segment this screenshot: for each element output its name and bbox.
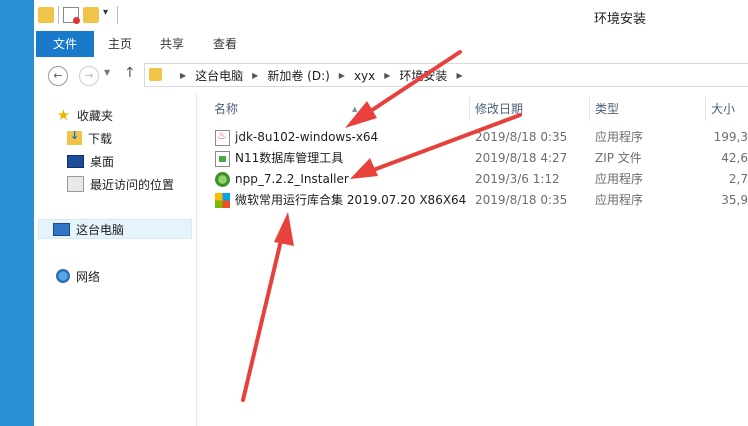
sidebar-item-label: 桌面 <box>90 154 115 169</box>
notepad-plus-plus-icon <box>215 172 230 187</box>
column-header-name[interactable]: 名称 ▲ <box>214 97 464 121</box>
toolbar-separator <box>117 6 118 24</box>
table-row[interactable]: jdk-8u102-windows-x64 2019/8/18 0:35 应用程… <box>197 127 748 148</box>
window-title: 环境安装 <box>594 12 647 27</box>
recent-locations-chevron-icon[interactable]: ▼ <box>104 68 110 77</box>
recent-places-icon <box>67 176 84 192</box>
file-name: jdk-8u102-windows-x64 <box>235 130 379 144</box>
address-field[interactable]: ▶ 这台电脑 ▶ 新加卷 (D:) ▶ xyx ▶ 环境安装 ▶ <box>144 63 748 87</box>
file-type: ZIP 文件 <box>595 151 642 165</box>
file-size: 35,9 <box>721 193 748 207</box>
file-size: 42,6 <box>721 151 748 165</box>
table-row[interactable]: npp_7.2.2_Installer 2019/3/6 1:12 应用程序 2… <box>197 169 748 190</box>
column-divider[interactable] <box>469 97 470 121</box>
sidebar-item-label: 下载 <box>88 131 113 146</box>
file-date: 2019/8/18 0:35 <box>475 193 568 207</box>
sort-ascending-icon: ▲ <box>352 105 358 113</box>
file-name: N11数据库管理工具 <box>235 151 344 165</box>
network-icon <box>56 269 70 283</box>
breadcrumb-drive-d[interactable]: 新加卷 (D:) <box>267 67 329 84</box>
column-header-date[interactable]: 修改日期 <box>475 97 523 121</box>
chevron-right-icon[interactable]: ▶ <box>180 71 186 80</box>
sidebar-item-label: 这台电脑 <box>76 222 125 237</box>
column-header-label: 名称 <box>214 102 239 116</box>
file-type: 应用程序 <box>595 172 644 186</box>
address-bar: ← → ▼ ↑ ▶ 这台电脑 ▶ 新加卷 (D:) ▶ xyx ▶ 环境安装 ▶ <box>34 57 748 93</box>
file-size: 199,3 <box>713 130 748 144</box>
breadcrumb-current-folder[interactable]: 环境安装 <box>399 67 447 84</box>
tab-home[interactable]: 主页 <box>108 31 132 57</box>
explorer-window: ▾ 环境安装 文件 主页 共享 查看 ← → ▼ ↑ ▶ 这台电脑 ▶ 新加卷 … <box>34 0 748 426</box>
windows-installer-icon <box>215 193 230 208</box>
file-date: 2019/8/18 4:27 <box>475 151 568 165</box>
breadcrumb: ▶ 这台电脑 ▶ 新加卷 (D:) ▶ xyx ▶ 环境安装 ▶ <box>171 67 472 84</box>
tab-file[interactable]: 文件 <box>36 31 94 57</box>
sidebar-item-desktop[interactable]: 桌面 <box>67 151 114 171</box>
java-icon <box>215 129 230 146</box>
chevron-down-icon[interactable]: ▾ <box>103 7 113 23</box>
zip-icon <box>215 151 230 167</box>
window-border <box>0 0 34 426</box>
table-row[interactable]: N11数据库管理工具 2019/8/18 4:27 ZIP 文件 42,6 <box>197 148 748 169</box>
sidebar-item-this-pc[interactable]: 这台电脑 <box>38 219 192 239</box>
sidebar-item-label: 收藏夹 <box>77 108 114 123</box>
folder-icon[interactable] <box>38 7 54 23</box>
breadcrumb-xyx[interactable]: xyx <box>354 69 375 83</box>
desktop-icon <box>67 154 84 168</box>
file-date: 2019/8/18 0:35 <box>475 130 568 144</box>
sidebar-item-recent[interactable]: 最近访问的位置 <box>67 174 174 194</box>
tab-view[interactable]: 查看 <box>213 31 237 57</box>
column-divider[interactable] <box>705 97 706 121</box>
breadcrumb-this-pc[interactable]: 这台电脑 <box>195 67 243 84</box>
file-date: 2019/3/6 1:12 <box>475 172 560 186</box>
chevron-right-icon[interactable]: ▶ <box>384 71 390 80</box>
new-folder-icon[interactable] <box>83 7 99 23</box>
chevron-right-icon[interactable]: ▶ <box>339 71 345 80</box>
column-header-type[interactable]: 类型 <box>595 97 619 121</box>
file-name: npp_7.2.2_Installer <box>235 172 349 186</box>
table-row[interactable]: 微软常用运行库合集 2019.07.20 X86X64 2019/8/18 0:… <box>197 190 748 211</box>
downloads-folder-icon <box>67 129 82 145</box>
chevron-right-icon[interactable]: ▶ <box>456 71 462 80</box>
star-icon: ★ <box>56 106 71 124</box>
ribbon-tabs: 文件 主页 共享 查看 <box>34 31 748 58</box>
sidebar-item-label: 网络 <box>76 269 101 284</box>
tab-share[interactable]: 共享 <box>160 31 184 57</box>
sidebar-item-favorites[interactable]: ★ 收藏夹 <box>56 105 113 125</box>
sidebar-item-downloads[interactable]: 下载 <box>67 128 112 148</box>
back-arrow-icon[interactable]: ← <box>48 66 68 86</box>
computer-icon <box>53 222 70 236</box>
toolbar-separator <box>58 6 59 24</box>
chevron-right-icon[interactable]: ▶ <box>252 71 258 80</box>
properties-icon[interactable] <box>63 7 80 24</box>
sidebar-item-label: 最近访问的位置 <box>90 177 175 192</box>
file-type: 应用程序 <box>595 193 644 207</box>
quick-access-toolbar: ▾ <box>38 6 118 24</box>
forward-arrow-icon[interactable]: → <box>79 66 99 86</box>
title-bar: ▾ 环境安装 <box>34 0 748 31</box>
file-list: 名称 ▲ 修改日期 类型 大小 jdk-8u102-windows-x64 20… <box>197 93 748 426</box>
folder-icon <box>149 68 162 81</box>
file-type: 应用程序 <box>595 130 644 144</box>
file-name: 微软常用运行库合集 2019.07.20 X86X64 <box>235 193 467 207</box>
column-header-size[interactable]: 大小 <box>711 97 735 121</box>
navigation-pane: ★ 收藏夹 下载 桌面 最近访问的位置 这台电脑 网络 <box>34 93 194 426</box>
sidebar-item-network[interactable]: 网络 <box>56 266 100 286</box>
file-size: 2,7 <box>728 172 748 186</box>
column-divider[interactable] <box>589 97 590 121</box>
up-arrow-icon[interactable]: ↑ <box>124 65 136 81</box>
